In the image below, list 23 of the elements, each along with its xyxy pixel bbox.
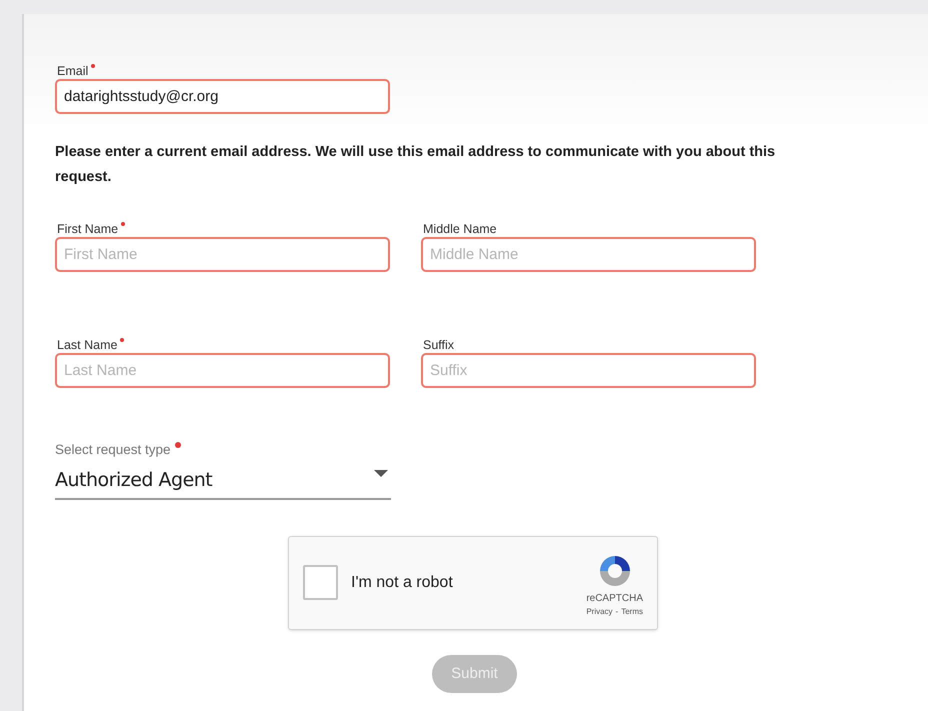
request-type-select[interactable]: Authorized Agent <box>55 466 391 500</box>
text-field[interactable]: Suffix <box>421 353 756 388</box>
required-mark <box>121 222 126 226</box>
field-label: First Name <box>57 221 118 238</box>
select-label: Select request type <box>55 441 171 459</box>
privacy-link[interactable]: Privacy <box>586 606 613 618</box>
field-label: Last Name <box>57 337 118 354</box>
field-label: Middle Name <box>423 221 497 238</box>
email-field[interactable]: datarightsstudy@cr.org <box>55 79 390 114</box>
text-field[interactable]: First Name <box>55 237 390 272</box>
text-field[interactable]: Middle Name <box>421 237 756 272</box>
field-label: Suffix <box>423 337 454 354</box>
link-separator: - <box>616 606 618 618</box>
field-label: Email <box>57 63 88 80</box>
recaptcha-brand: reCAPTCHA <box>586 592 643 606</box>
required-mark <box>91 64 96 68</box>
email-notice: Please enter a current email address. We will use this email address to communicate with you about this request. <box>55 143 776 187</box>
caret-icon <box>374 470 388 478</box>
text-field[interactable]: Last Name <box>55 353 390 388</box>
captcha-checkbox[interactable] <box>303 565 338 600</box>
captcha-label: I'm not a robot <box>351 572 454 593</box>
terms-link[interactable]: Terms <box>621 606 643 618</box>
required-mark <box>120 338 124 342</box>
